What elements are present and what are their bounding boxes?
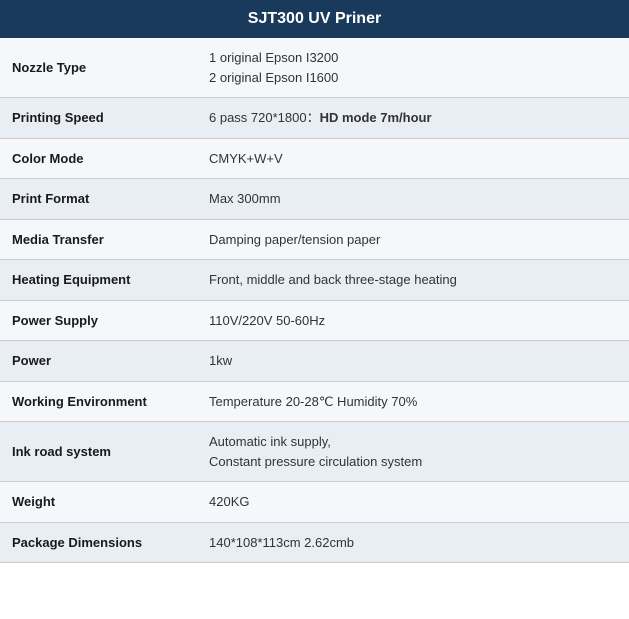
- row-value: Max 300mm: [197, 179, 629, 220]
- row-value: 6 pass 720*1800：HD mode 7m/hour: [197, 98, 629, 139]
- row-value: 110V/220V 50-60Hz: [197, 300, 629, 341]
- table-row: Media TransferDamping paper/tension pape…: [0, 219, 629, 260]
- table-row: Package Dimensions140*108*113cm 2.62cmb: [0, 522, 629, 563]
- row-label: Package Dimensions: [0, 522, 197, 563]
- row-value: 1kw: [197, 341, 629, 382]
- row-label: Nozzle Type: [0, 38, 197, 98]
- row-value: Temperature 20-28℃ Humidity 70%: [197, 381, 629, 422]
- table-row: Power1kw: [0, 341, 629, 382]
- row-label: Print Format: [0, 179, 197, 220]
- row-label: Printing Speed: [0, 98, 197, 139]
- row-value: CMYK+W+V: [197, 138, 629, 179]
- table-row: Nozzle Type1 original Epson I32002 origi…: [0, 38, 629, 98]
- table-row: Weight420KG: [0, 482, 629, 523]
- table-row: Heating EquipmentFront, middle and back …: [0, 260, 629, 301]
- row-label: Color Mode: [0, 138, 197, 179]
- row-label: Heating Equipment: [0, 260, 197, 301]
- table-row: Print FormatMax 300mm: [0, 179, 629, 220]
- table-row: Working EnvironmentTemperature 20-28℃ Hu…: [0, 381, 629, 422]
- row-value: 420KG: [197, 482, 629, 523]
- row-value: Damping paper/tension paper: [197, 219, 629, 260]
- row-label: Power Supply: [0, 300, 197, 341]
- table-row: Printing Speed6 pass 720*1800：HD mode 7m…: [0, 98, 629, 139]
- row-label: Ink road system: [0, 422, 197, 482]
- specs-table: Nozzle Type1 original Epson I32002 origi…: [0, 38, 629, 563]
- table-row: Power Supply110V/220V 50-60Hz: [0, 300, 629, 341]
- row-value: 140*108*113cm 2.62cmb: [197, 522, 629, 563]
- row-value: 1 original Epson I32002 original Epson I…: [197, 38, 629, 98]
- row-label: Media Transfer: [0, 219, 197, 260]
- row-label: Power: [0, 341, 197, 382]
- table-row: Ink road systemAutomatic ink supply,Cons…: [0, 422, 629, 482]
- row-value: Front, middle and back three-stage heati…: [197, 260, 629, 301]
- row-label: Working Environment: [0, 381, 197, 422]
- row-label: Weight: [0, 482, 197, 523]
- table-title: SJT300 UV Priner: [0, 0, 629, 38]
- row-value: Automatic ink supply,Constant pressure c…: [197, 422, 629, 482]
- table-row: Color ModeCMYK+W+V: [0, 138, 629, 179]
